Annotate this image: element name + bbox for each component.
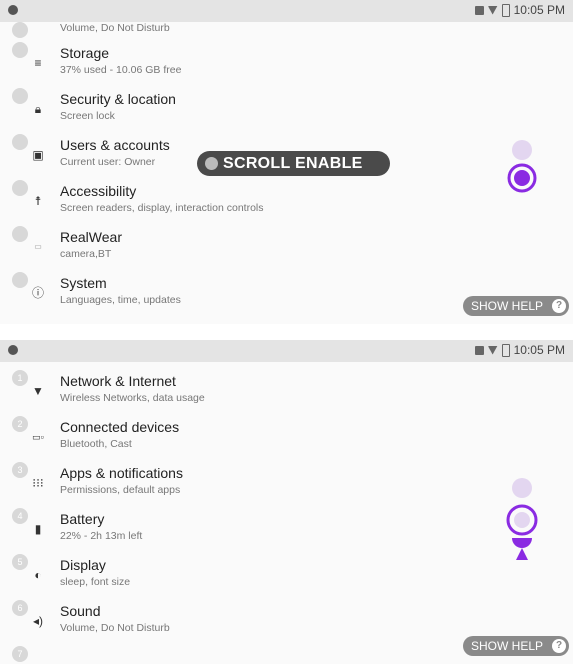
item-title: Accessibility xyxy=(60,183,137,199)
item-subtitle: Volume, Do Not Disturb xyxy=(60,622,170,634)
storage-icon: ≡ xyxy=(34,56,42,70)
list-item-apps[interactable]: 3 ⁝⁝⁝ Apps & notifications Permissions, … xyxy=(0,462,420,508)
accessibility-icon: ☨ xyxy=(34,194,42,208)
status-bar: 10:05 PM xyxy=(0,340,573,362)
item-title: Users & accounts xyxy=(60,137,170,153)
item-title: RealWear xyxy=(60,229,122,245)
list-item-realwear[interactable]: ▭ RealWear camera,BT xyxy=(0,226,420,272)
item-badge: 2 xyxy=(12,416,28,432)
item-badge xyxy=(12,272,28,288)
lock-icon: 🔒︎ xyxy=(34,102,42,116)
settings-screen-bottom: 10:05 PM 1 ▼ Network & Internet Wireless… xyxy=(0,340,573,664)
item-subtitle: 22% - 2h 13m left xyxy=(60,530,143,542)
item-subtitle: Screen lock xyxy=(60,110,115,122)
item-badge xyxy=(12,42,28,58)
item-subtitle: Volume, Do Not Disturb xyxy=(60,22,170,34)
list-item-network[interactable]: 1 ▼ Network & Internet Wireless Networks… xyxy=(0,370,420,416)
battery-status-icon xyxy=(501,343,510,357)
settings-screen-top: 10:05 PM Volume, Do Not Disturb ≡ Storag… xyxy=(0,0,573,324)
realwear-icon: ▭ xyxy=(34,242,42,251)
item-subtitle: Wireless Networks, data usage xyxy=(60,392,205,404)
show-help-button[interactable]: SHOW HELP ? xyxy=(463,296,569,316)
item-badge xyxy=(12,134,28,150)
scroll-label: SCROLL ENABLE xyxy=(223,155,363,172)
item-subtitle: Languages, time, updates xyxy=(60,294,181,306)
help-icon: ? xyxy=(552,299,566,313)
wifi-icon: ▼ xyxy=(32,384,44,398)
item-badge xyxy=(12,22,28,38)
show-help-button[interactable]: SHOW HELP ? xyxy=(463,636,569,656)
item-title: Security & location xyxy=(60,91,176,107)
list-item-storage[interactable]: ≡ Storage 37% used - 10.06 GB free xyxy=(0,42,420,88)
battery-icon: ▮ xyxy=(34,522,42,536)
item-badge: 3 xyxy=(12,462,28,478)
item-title: System xyxy=(60,275,107,291)
sound-icon: ◂) xyxy=(32,614,44,628)
item-badge: 7 xyxy=(12,646,28,662)
item-badge xyxy=(12,88,28,104)
list-item-accessibility[interactable]: ☨ Accessibility Screen readers, display,… xyxy=(0,180,420,226)
wifi-signal-icon xyxy=(487,345,498,355)
item-title: Display xyxy=(60,557,106,573)
item-subtitle: Permissions, default apps xyxy=(60,484,181,496)
status-time: 10:05 PM xyxy=(513,3,565,17)
help-icon: ? xyxy=(552,639,566,653)
item-subtitle: sleep, font size xyxy=(60,576,131,588)
list-item-display[interactable]: 5 ◐ Display sleep, font size xyxy=(0,554,420,600)
item-title: Storage xyxy=(60,45,110,61)
item-title: Network & Internet xyxy=(60,373,176,389)
list-item-storage[interactable]: 7 xyxy=(0,646,420,664)
show-help-label: SHOW HELP xyxy=(471,299,544,313)
item-title: Battery xyxy=(60,511,105,527)
list-item-security[interactable]: 🔒︎ Security & location Screen lock xyxy=(0,88,420,134)
item-badge xyxy=(12,226,28,242)
item-badge: 1 xyxy=(12,370,28,386)
mic-icon xyxy=(205,157,218,170)
devices-icon: ▭▫ xyxy=(32,432,44,442)
camera-status-icon xyxy=(8,345,18,355)
wifi-signal-icon xyxy=(487,5,498,15)
item-subtitle: Screen readers, display, interaction con… xyxy=(60,202,264,214)
show-help-label: SHOW HELP xyxy=(471,639,544,653)
item-title: Connected devices xyxy=(60,419,180,435)
list-item-sound[interactable]: 6 ◂) Sound Volume, Do Not Disturb xyxy=(0,600,420,646)
item-subtitle: camera,BT xyxy=(60,248,112,260)
item-title: Sound xyxy=(60,603,101,619)
list-item-connected-devices[interactable]: 2 ▭▫ Connected devices Bluetooth, Cast xyxy=(0,416,420,462)
info-icon: ⓘ xyxy=(31,286,44,300)
item-badge xyxy=(12,180,28,196)
scroll-enable-indicator: SCROLL ENABLE xyxy=(197,151,390,176)
apps-icon: ⁝⁝⁝ xyxy=(32,476,44,490)
list-item-system[interactable]: ⓘ System Languages, time, updates xyxy=(0,272,420,318)
notification-icon xyxy=(474,5,484,15)
list-item-sound[interactable]: Volume, Do Not Disturb xyxy=(0,14,420,38)
notification-icon xyxy=(474,345,484,355)
user-icon: ▣ xyxy=(32,148,44,162)
voice-indicator-icon xyxy=(507,140,537,193)
status-time: 10:05 PM xyxy=(513,343,565,357)
item-subtitle: 37% used - 10.06 GB free xyxy=(60,64,182,76)
item-badge: 4 xyxy=(12,508,28,524)
item-subtitle: Bluetooth, Cast xyxy=(60,438,132,450)
item-badge: 6 xyxy=(12,600,28,616)
voice-mic-indicator-icon xyxy=(506,478,538,560)
item-badge: 5 xyxy=(12,554,28,570)
list-item-battery[interactable]: 4 ▮ Battery 22% - 2h 13m left xyxy=(0,508,420,554)
display-icon: ◐ xyxy=(34,568,42,582)
battery-status-icon xyxy=(501,3,510,17)
item-title: Apps & notifications xyxy=(60,465,183,481)
item-subtitle: Current user: Owner xyxy=(60,156,156,168)
